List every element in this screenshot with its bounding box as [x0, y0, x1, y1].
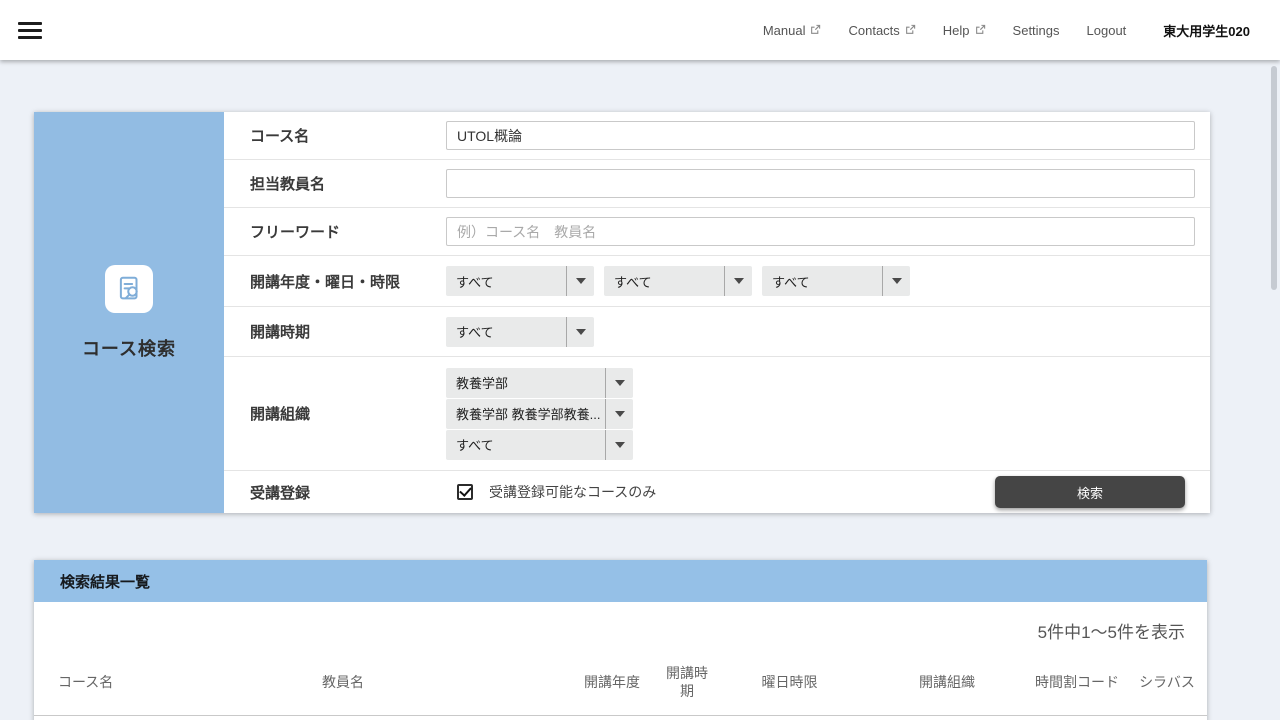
nav-settings-label: Settings — [1013, 23, 1060, 38]
nav-manual-label: Manual — [763, 23, 806, 38]
col-day-period: 曜日時限 — [712, 651, 867, 716]
cell-organization: 教養学部 — [867, 716, 1027, 720]
field-row-free-word: フリーワード — [224, 207, 1210, 255]
free-word-label: フリーワード — [224, 221, 446, 242]
results-count-summary: 5件中1〜5件を表示 — [34, 618, 1207, 643]
top-bar: Manual Contacts Help Settings Logout 東大用… — [0, 0, 1280, 60]
chevron-down-icon — [566, 266, 594, 296]
course-search-form: コース名 担当教員名 フリーワード 開講年度・曜日・時限 すべて — [224, 112, 1210, 513]
chevron-down-icon — [882, 266, 910, 296]
field-row-year-day-period: 開講年度・曜日・時限 すべて すべて すべて — [224, 255, 1210, 306]
term-select[interactable]: すべて — [446, 317, 594, 347]
nav-help-label: Help — [943, 23, 970, 38]
course-name-label: コース名 — [224, 125, 446, 146]
course-name-input[interactable] — [446, 121, 1195, 150]
organization-select-1[interactable]: 教養学部 — [446, 368, 633, 398]
cell-year: 2023 — [562, 716, 662, 720]
external-link-icon — [810, 24, 821, 35]
field-row-term: 開講時期 すべて — [224, 306, 1210, 356]
search-results-section: 検索結果一覧 5件中1〜5件を表示 コース名 教員名 開講年度 開講時期 曜日時… — [34, 560, 1207, 720]
field-row-registration: 受講登録 受講登録可能なコースのみ 検索 — [224, 470, 1210, 513]
year-select-value: すべて — [446, 272, 566, 291]
nav-contacts[interactable]: Contacts — [848, 23, 915, 38]
col-course-name: コース名 — [34, 651, 322, 716]
field-row-course-name: コース名 — [224, 112, 1210, 159]
menu-icon[interactable] — [18, 22, 42, 39]
chevron-down-icon — [605, 368, 633, 398]
instructor-input[interactable] — [446, 169, 1195, 198]
chevron-down-icon — [566, 317, 594, 347]
organization-select-1-value: 教養学部 — [446, 373, 605, 392]
cell-day-period: 月曜日 1時限 — [712, 716, 867, 720]
chevron-down-icon — [605, 399, 633, 429]
top-nav: Manual Contacts Help Settings Logout 東大用… — [763, 21, 1250, 40]
results-header: 検索結果一覧 — [34, 560, 1207, 602]
col-organization: 開講組織 — [867, 651, 1027, 716]
panel-title: コース検索 — [82, 335, 176, 361]
cell-instructors: 東大用教職員010 東大用教職員011 — [322, 716, 562, 720]
course-search-side-panel: コース検索 — [34, 112, 224, 513]
day-select-value: すべて — [604, 272, 724, 291]
col-term: 開講時期 — [662, 651, 712, 716]
search-button[interactable]: 検索 — [995, 476, 1185, 508]
nav-contacts-label: Contacts — [848, 23, 899, 38]
instructor-label: 担当教員名 — [224, 173, 446, 194]
term-select-value: すべて — [446, 322, 566, 341]
results-table-header-row: コース名 教員名 開講年度 開講時期 曜日時限 開講組織 時間割コード シラバス — [34, 651, 1207, 716]
course-search-panel: コース検索 コース名 担当教員名 フリーワード 開講年度・曜日・時限 — [34, 112, 1210, 513]
course-search-icon — [105, 265, 153, 313]
external-link-icon — [905, 24, 916, 35]
day-select[interactable]: すべて — [604, 266, 752, 296]
results-body: 5件中1〜5件を表示 コース名 教員名 開講年度 開講時期 曜日時限 開講組織 … — [34, 602, 1207, 720]
col-timetable-code: 時間割コード — [1027, 651, 1127, 716]
cell-timetable-code: UTokyoCourse001 — [1027, 716, 1127, 720]
results-table: コース名 教員名 開講年度 開講時期 曜日時限 開講組織 時間割コード シラバス… — [34, 651, 1207, 720]
col-year: 開講年度 — [562, 651, 662, 716]
registrable-only-label: 受講登録可能なコースのみ — [489, 482, 656, 502]
organization-select-2[interactable]: 教養学部 教養学部教養... — [446, 399, 633, 429]
cell-course-name[interactable]: 東大用コース001 — [34, 716, 322, 720]
results-title: 検索結果一覧 — [60, 571, 150, 592]
chevron-down-icon — [605, 430, 633, 460]
current-user: 東大用学生020 — [1163, 21, 1250, 40]
year-day-period-label: 開講年度・曜日・時限 — [224, 271, 446, 292]
chevron-down-icon — [724, 266, 752, 296]
free-word-input[interactable] — [446, 217, 1195, 246]
nav-logout[interactable]: Logout — [1087, 23, 1127, 38]
field-row-organization: 開講組織 教養学部 教養学部 教養学部教養... すべて — [224, 356, 1210, 470]
nav-settings[interactable]: Settings — [1013, 23, 1060, 38]
registration-label: 受講登録 — [224, 482, 446, 503]
period-select-value: すべて — [762, 272, 882, 291]
nav-help[interactable]: Help — [943, 23, 986, 38]
external-link-icon — [975, 24, 986, 35]
nav-logout-label: Logout — [1087, 23, 1127, 38]
term-label: 開講時期 — [224, 321, 446, 342]
registrable-only-checkbox[interactable] — [457, 484, 473, 500]
scrollbar-thumb[interactable] — [1271, 66, 1277, 290]
organization-select-3[interactable]: すべて — [446, 430, 633, 460]
organization-label: 開講組織 — [224, 403, 446, 424]
syllabus-link[interactable] — [1127, 716, 1207, 720]
table-row: 東大用コース001 東大用教職員010 東大用教職員011 2023 通年 月曜… — [34, 716, 1207, 720]
nav-manual[interactable]: Manual — [763, 23, 822, 38]
year-select[interactable]: すべて — [446, 266, 594, 296]
col-instructors: 教員名 — [322, 651, 562, 716]
period-select[interactable]: すべて — [762, 266, 910, 296]
col-syllabus: シラバス — [1127, 651, 1207, 716]
cell-term: 通年 — [662, 716, 712, 720]
field-row-instructor: 担当教員名 — [224, 159, 1210, 207]
organization-select-3-value: すべて — [446, 435, 605, 454]
organization-select-2-value: 教養学部 教養学部教養... — [446, 404, 605, 423]
